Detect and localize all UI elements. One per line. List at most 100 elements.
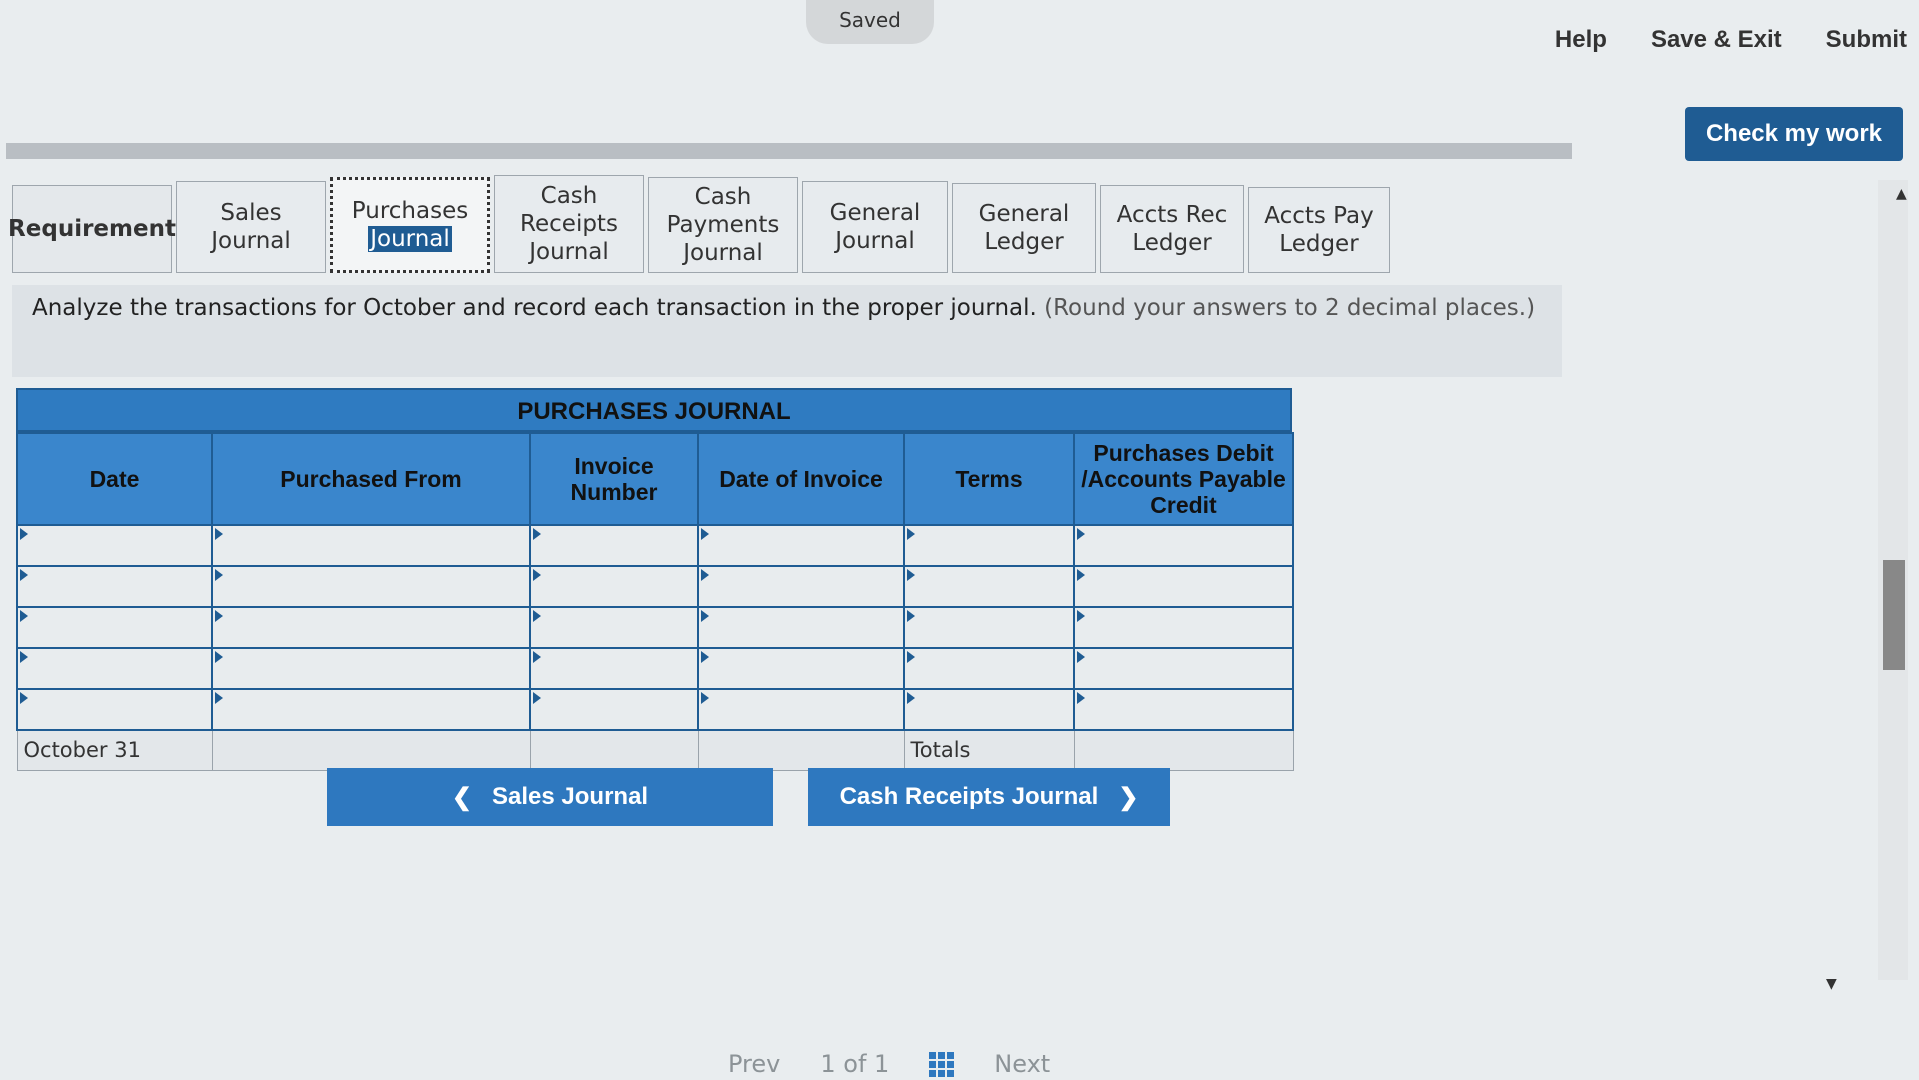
date-of-invoice-input[interactable]: [697, 606, 905, 649]
next-cash-receipts-journal-button[interactable]: Cash Receipts Journal ❯: [808, 768, 1170, 826]
tab-label: Ledger: [984, 229, 1064, 255]
purchases-journal: PURCHASES JOURNAL Date Purchased From In…: [16, 388, 1294, 771]
tab-cash-receipts-journal[interactable]: Cash Receipts Journal: [494, 175, 644, 273]
top-links: Help Save & Exit Submit: [1555, 26, 1907, 54]
table-row: [16, 565, 1294, 608]
tab-label: Journal: [529, 239, 609, 265]
invoice-number-input[interactable]: [529, 688, 699, 731]
date-input[interactable]: [16, 524, 213, 567]
table-row: [16, 688, 1294, 731]
col-invoice-number: Invoice Number: [529, 432, 699, 526]
check-my-work-button[interactable]: Check my work: [1685, 107, 1903, 161]
progress-bar: [6, 143, 1572, 159]
journal-table: Date Purchased From Invoice Number Date …: [16, 432, 1294, 771]
totals-row: October 31 Totals: [16, 729, 1294, 771]
col-terms: Terms: [903, 432, 1075, 526]
scrollbar-thumb[interactable]: [1883, 560, 1905, 670]
tab-label: General: [978, 201, 1070, 227]
tab-sales-journal[interactable]: Sales Journal: [176, 181, 326, 273]
tab-label: Journal: [683, 240, 763, 266]
tab-label: Sales: [220, 200, 282, 226]
scroll-down-icon[interactable]: ▼: [1826, 976, 1837, 992]
terms-input[interactable]: [903, 524, 1075, 567]
invoice-number-input[interactable]: [529, 606, 699, 649]
purchased-from-input[interactable]: [211, 688, 531, 731]
grid-icon[interactable]: [929, 1051, 955, 1077]
scroll-up-icon[interactable]: ▲: [1896, 186, 1907, 202]
journal-title: PURCHASES JOURNAL: [16, 388, 1292, 432]
terms-input[interactable]: [903, 688, 1075, 731]
tab-label: Journal: [368, 226, 452, 252]
terms-input[interactable]: [903, 606, 1075, 649]
header-row: Date Purchased From Invoice Number Date …: [16, 432, 1294, 526]
date-of-invoice-input[interactable]: [697, 524, 905, 567]
col-date-of-invoice: Date of Invoice: [697, 432, 905, 526]
tab-accts-rec-ledger[interactable]: Accts Rec Ledger: [1100, 185, 1244, 273]
totals-label: Totals: [903, 729, 1075, 771]
table-row: [16, 524, 1294, 567]
terms-input[interactable]: [903, 647, 1075, 690]
tab-general-ledger[interactable]: General Ledger: [952, 183, 1096, 273]
tab-label: Journal: [211, 228, 291, 254]
tab-general-journal[interactable]: General Journal: [802, 181, 948, 273]
scrollbar[interactable]: [1878, 180, 1908, 980]
invoice-number-input[interactable]: [529, 565, 699, 608]
purchased-from-input[interactable]: [211, 524, 531, 567]
purchased-from-input[interactable]: [211, 647, 531, 690]
tab-accts-pay-ledger[interactable]: Accts Pay Ledger: [1248, 187, 1390, 273]
chevron-left-icon: ❮: [451, 783, 473, 811]
submit-link[interactable]: Submit: [1826, 26, 1907, 54]
date-of-invoice-input[interactable]: [697, 688, 905, 731]
date-of-invoice-input[interactable]: [697, 565, 905, 608]
tab-label: Ledger: [1132, 230, 1212, 256]
instructions-text: Analyze the transactions for October and…: [32, 295, 1037, 321]
next-page-link[interactable]: Next: [994, 1050, 1050, 1078]
tab-label: Purchases: [351, 198, 469, 224]
invoice-number-input[interactable]: [529, 524, 699, 567]
col-date: Date: [16, 432, 213, 526]
date-input[interactable]: [16, 647, 213, 690]
tab-label: Accts Pay: [1264, 203, 1374, 229]
prev-page-link[interactable]: Prev: [728, 1050, 780, 1078]
amount-input[interactable]: [1073, 606, 1294, 649]
tab-label: Journal: [835, 228, 915, 254]
totals-blank: [529, 729, 699, 771]
pager: Prev 1 of 1 Next: [728, 1050, 1050, 1078]
table-row: [16, 606, 1294, 649]
instructions-panel: Analyze the transactions for October and…: [12, 285, 1562, 377]
tab-label: General: [829, 200, 921, 226]
totals-amount-input[interactable]: [1073, 729, 1294, 771]
date-of-invoice-input[interactable]: [697, 647, 905, 690]
help-link[interactable]: Help: [1555, 26, 1607, 54]
purchased-from-input[interactable]: [211, 565, 531, 608]
date-input[interactable]: [16, 688, 213, 731]
col-purchased-from: Purchased From: [211, 432, 531, 526]
tab-requirement[interactable]: Requirement: [8, 185, 176, 273]
saved-status: Saved: [806, 0, 934, 44]
amount-input[interactable]: [1073, 647, 1294, 690]
page-indicator: 1 of 1: [820, 1050, 890, 1078]
terms-input[interactable]: [903, 565, 1075, 608]
tab-cash-payments-journal[interactable]: Cash Payments Journal: [648, 177, 798, 273]
table-row: [16, 647, 1294, 690]
tab-bar: Requirement Sales Journal Purchases Journa…: [8, 175, 1394, 273]
purchased-from-input[interactable]: [211, 606, 531, 649]
invoice-number-input[interactable]: [529, 647, 699, 690]
next-button-label: Cash Receipts Journal: [839, 783, 1099, 810]
save-exit-link[interactable]: Save & Exit: [1651, 26, 1782, 54]
tab-label: Cash Payments: [666, 184, 780, 238]
tab-label: Requirement: [8, 216, 176, 242]
tab-purchases-journal[interactable]: Purchases Journal: [330, 177, 490, 273]
prev-sales-journal-button[interactable]: ❮ Sales Journal: [327, 768, 773, 826]
totals-blank: [697, 729, 905, 771]
date-input[interactable]: [16, 606, 213, 649]
tab-label: Ledger: [1279, 231, 1359, 257]
amount-input[interactable]: [1073, 688, 1294, 731]
tab-label: Cash Receipts: [520, 183, 618, 237]
totals-blank: [211, 729, 531, 771]
amount-input[interactable]: [1073, 524, 1294, 567]
chevron-right-icon: ❯: [1118, 783, 1139, 811]
date-input[interactable]: [16, 565, 213, 608]
totals-date: October 31: [16, 729, 213, 771]
amount-input[interactable]: [1073, 565, 1294, 608]
